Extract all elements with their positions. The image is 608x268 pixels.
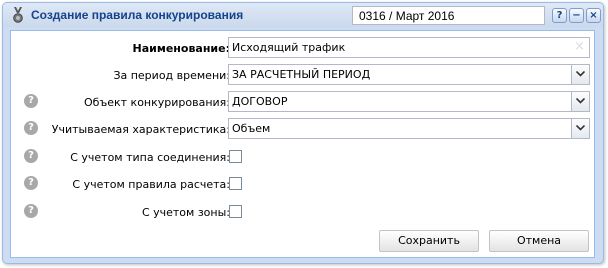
characteristic-value: Объем: [232, 122, 271, 135]
form-panel: Наименование: Исходящий трафик × За пери…: [10, 30, 595, 258]
time-period-label: За период времени:: [113, 69, 230, 82]
rule-dialog: Создание правила конкурирования 0316 / М…: [2, 2, 604, 264]
name-label: Наименование:: [132, 42, 231, 55]
connection-type-checkbox[interactable]: [229, 150, 242, 163]
clear-icon[interactable]: ×: [574, 40, 585, 54]
characteristic-select[interactable]: Объем: [228, 118, 590, 139]
competition-object-row: ? Объект конкурирования: ДОГОВОР: [11, 91, 596, 113]
save-button[interactable]: Сохранить: [379, 230, 479, 252]
time-period-dropdown-trigger[interactable]: [571, 65, 589, 84]
calc-rule-row: ? С учетом правила расчета:: [11, 173, 596, 195]
help-icon[interactable]: ?: [24, 176, 38, 190]
characteristic-label: Учитываемая характеристика:: [51, 123, 230, 136]
connection-type-label: С учетом типа соединения:: [70, 151, 230, 164]
time-period-select[interactable]: ЗА РАСЧЕТНЫЙ ПЕРИОД: [228, 64, 590, 85]
title-bar[interactable]: Создание правила конкурирования 0316 / М…: [3, 3, 603, 27]
zone-row: ? С учетом зоны:: [11, 201, 596, 223]
competition-object-label: Объект конкурирования:: [84, 96, 230, 109]
characteristic-row: ? Учитываемая характеристика: Объем: [11, 118, 596, 140]
connection-type-row: ? С учетом типа соединения:: [11, 146, 596, 168]
time-period-row: За период времени: ЗА РАСЧЕТНЫЙ ПЕРИОД: [11, 64, 596, 86]
help-icon[interactable]: ?: [24, 204, 38, 218]
competition-object-dropdown-trigger[interactable]: [571, 92, 589, 111]
zone-checkbox[interactable]: [229, 205, 242, 218]
chevron-down-icon: [576, 125, 585, 131]
help-icon[interactable]: ?: [24, 121, 38, 135]
close-tool-button[interactable]: ×: [586, 8, 601, 23]
competition-object-select[interactable]: ДОГОВОР: [228, 91, 590, 112]
characteristic-dropdown-trigger[interactable]: [571, 119, 589, 138]
competition-object-value: ДОГОВОР: [232, 95, 288, 108]
cancel-button[interactable]: Отмена: [489, 230, 589, 252]
calc-rule-checkbox[interactable]: [229, 177, 242, 190]
name-value: Исходящий трафик: [232, 41, 346, 54]
help-icon[interactable]: ?: [24, 149, 38, 163]
zone-label: С учетом зоны:: [141, 206, 230, 219]
dialog-title: Создание правила конкурирования: [31, 8, 244, 22]
minimize-tool-button[interactable]: −: [569, 8, 584, 23]
help-icon[interactable]: ?: [24, 94, 38, 108]
name-input[interactable]: Исходящий трафик ×: [228, 37, 590, 58]
time-period-value: ЗА РАСЧЕТНЫЙ ПЕРИОД: [232, 68, 371, 81]
help-tool-button[interactable]: ?: [552, 8, 567, 23]
chevron-down-icon: [576, 71, 585, 77]
period-display: 0316 / Март 2016: [352, 6, 545, 25]
calc-rule-label: С учетом правила расчета:: [72, 178, 230, 191]
name-row: Наименование: Исходящий трафик ×: [11, 37, 596, 59]
chevron-down-icon: [576, 98, 585, 104]
medal-icon: [13, 7, 23, 23]
